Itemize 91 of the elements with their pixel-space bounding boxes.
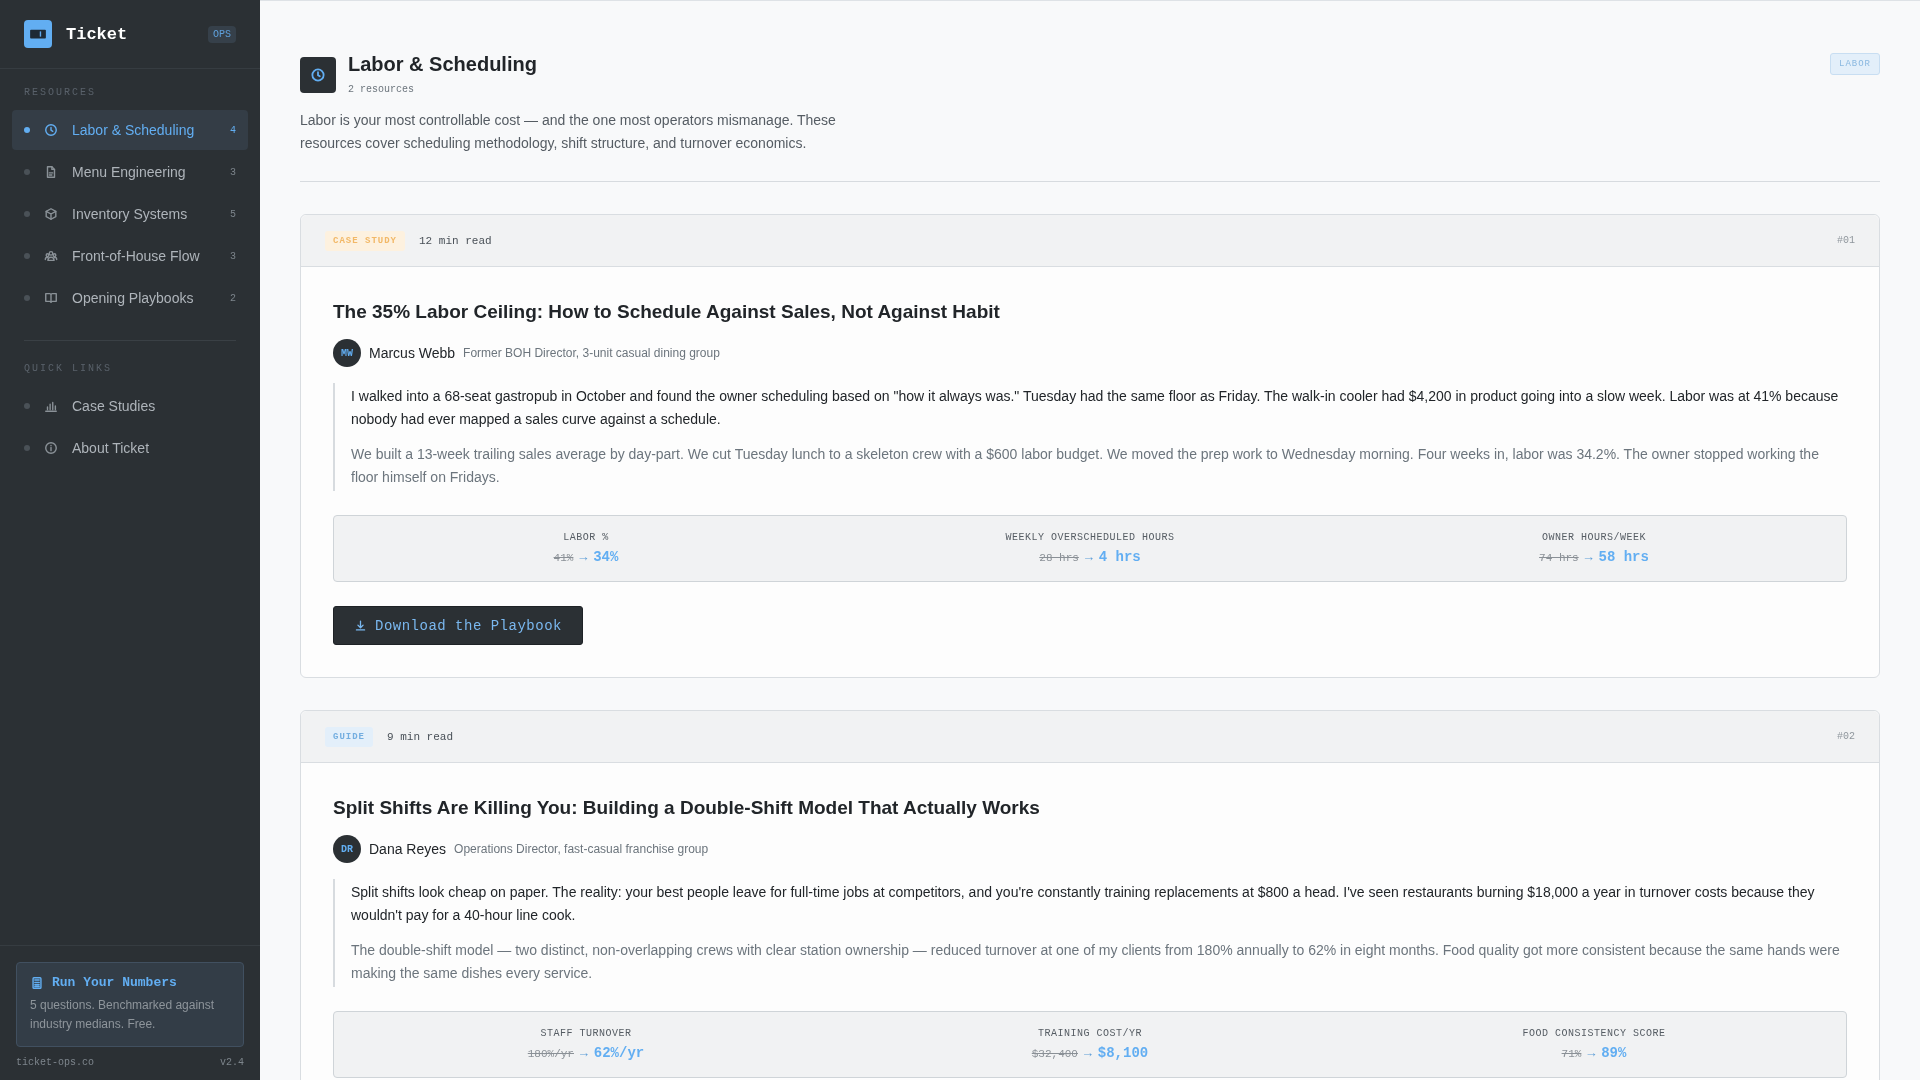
- download-icon: [354, 619, 367, 632]
- stat-label: LABOR %: [562, 532, 610, 543]
- article-title: The 35% Labor Ceiling: How to Schedule Against Sales, Not Against Habit: [333, 301, 1001, 323]
- count: 3: [230, 166, 236, 178]
- clock-icon: [300, 57, 336, 93]
- nav-label: Front-of-House Flow: [72, 248, 201, 264]
- author-name: Marcus Webb: [369, 345, 456, 361]
- tag: LABOR: [1830, 53, 1880, 75]
- old-value: 28 hrs: [1039, 552, 1079, 564]
- stat-label: OWNER HOURS/WEEK: [1541, 532, 1647, 543]
- nav-label: Opening Playbooks: [72, 290, 195, 306]
- nav-label: Labor & Scheduling: [72, 122, 196, 138]
- count: 4: [230, 124, 236, 136]
- nav-item[interactable]: Opening Playbooks 2: [12, 278, 248, 318]
- article-number: #02: [1837, 731, 1855, 742]
- article-number: #01: [1837, 235, 1855, 246]
- nav-item[interactable]: Labor & Scheduling 4: [12, 110, 248, 150]
- stat-label: STAFF TURNOVER: [539, 1028, 633, 1039]
- brand-name: Ticket: [66, 24, 129, 44]
- nav-item[interactable]: Front-of-House Flow 3: [12, 236, 248, 276]
- people-icon: [44, 249, 58, 263]
- new-value: 89%: [1601, 1045, 1627, 1061]
- ticket-logo-icon: [24, 20, 52, 48]
- type-tag: CASE STUDY: [325, 230, 405, 251]
- stat-label: TRAINING COST/YR: [1037, 1028, 1143, 1039]
- nav-item[interactable]: Case Studies: [12, 386, 248, 426]
- quote-paragraph: I walked into a 68-seat gastropub in October and found the owner scheduling based on "how it always was." Tuesday had the same floor as Friday. The walk-in cooler had $4,200 in product going into a slow week. Labor was at 41% because nobody had ever mapped a sales curve against a schedule.: [351, 387, 1840, 429]
- author-name: Dana Reyes: [369, 841, 447, 857]
- bullet-icon: [24, 169, 30, 175]
- read-time: 9 min read: [387, 730, 455, 743]
- arrow-icon: →: [1084, 550, 1093, 565]
- arrow-icon: →: [1584, 550, 1593, 565]
- quote-paragraph: Split shifts look cheap on paper. The reality: your best people leave for full-time jobs at competitors, and you're constantly training replacements at $800 a head. I've seen restaurants burning $18,000 a year in turnover costs because they wouldn't pay for a 40-hour line cook.: [351, 883, 1816, 925]
- nav-item[interactable]: Inventory Systems 5: [12, 194, 248, 234]
- count: 2: [230, 292, 236, 304]
- old-value: 41%: [553, 552, 574, 564]
- page-description: Labor is your most controllable cost — and the one most operators mismanage. These resources cover scheduling methodology, shift structure, and turnover economics.: [300, 111, 837, 153]
- nav-label: Inventory Systems: [72, 206, 189, 222]
- download-button[interactable]: Download the Playbook: [333, 606, 583, 645]
- page-title: Labor & Scheduling: [348, 53, 538, 76]
- bullet-icon: [24, 403, 30, 409]
- stat-label: WEEKLY OVERSCHEDULED HOURS: [1004, 532, 1176, 543]
- open-book-icon: [44, 291, 58, 305]
- type-tag: GUIDE: [325, 726, 373, 747]
- new-value: 34%: [593, 549, 619, 565]
- count: 3: [230, 250, 236, 262]
- new-value: 4 hrs: [1098, 549, 1141, 565]
- bullet-icon: [24, 295, 30, 301]
- nav-label: About Ticket: [72, 440, 151, 456]
- resource-count: 2 resources: [348, 84, 415, 95]
- avatar: MW: [333, 339, 361, 367]
- article-title: Split Shifts Are Killing You: Building a Double-Shift Model That Actually Works: [333, 797, 1041, 819]
- bullet-icon: [24, 211, 30, 217]
- calculator-icon: [30, 975, 44, 990]
- bullet-icon: [24, 127, 30, 133]
- arrow-icon: →: [579, 550, 588, 565]
- old-value: $32,400: [1031, 1048, 1078, 1060]
- bullet-icon: [24, 445, 30, 451]
- author-role: Operations Director, fast-casual franchise group: [454, 842, 709, 856]
- clock-icon: [44, 123, 58, 137]
- promo-text: 5 questions. Benchmarked against industry medians. Free.: [30, 997, 216, 1033]
- arrow-icon: →: [580, 1046, 588, 1061]
- read-time: 12 min read: [419, 234, 493, 247]
- quote-paragraph: The double-shift model — two distinct, non-overlapping crews with clear station ownership — reduced turnover at one of my clients from 180% annually to 62% in eight months. Food quality got more consistent because the same hands were making the same dishes every service.: [351, 941, 1841, 983]
- info-icon: [44, 441, 58, 455]
- badge: OPS: [208, 25, 236, 43]
- old-value: 71%: [1561, 1048, 1582, 1060]
- nav-item[interactable]: Menu Engineering 3: [12, 152, 248, 192]
- new-value: 58 hrs: [1598, 549, 1649, 565]
- new-value: $8,100: [1097, 1045, 1149, 1061]
- bullet-icon: [24, 253, 30, 259]
- old-value: 74 hrs: [1539, 552, 1579, 564]
- count: 5: [230, 208, 236, 220]
- avatar: DR: [333, 835, 361, 863]
- nav-label: Menu Engineering: [72, 164, 187, 180]
- old-value: 180%/yr: [527, 1048, 574, 1060]
- arrow-icon: →: [1587, 1046, 1596, 1061]
- promo-card[interactable]: Run Your Numbers 5 questions. Benchmarked against industry medians. Free.: [16, 962, 244, 1047]
- bar-chart-icon: [44, 399, 58, 413]
- domain-text: ticket-ops.co: [16, 1057, 94, 1068]
- new-value: 62%/yr: [593, 1045, 645, 1061]
- document-icon: [44, 165, 58, 179]
- author-role: Former BOH Director, 3-unit casual dining group: [463, 346, 720, 360]
- nav-item[interactable]: About Ticket: [12, 428, 248, 468]
- version-text: v2.4: [220, 1057, 244, 1068]
- nav-label: Case Studies: [72, 398, 157, 414]
- stat-label: FOOD CONSISTENCY SCORE: [1521, 1028, 1667, 1039]
- promo-title: Run Your Numbers: [52, 975, 177, 990]
- arrow-icon: →: [1084, 1046, 1092, 1061]
- cube-icon: [44, 207, 58, 221]
- quote-paragraph: We built a 13-week trailing sales average by day-part. We cut Tuesday lunch to a skeleton crew with a $600 labor budget. We moved the prep work to Wednesday morning. Four weeks in, labor was 34.2%. The owner stopped working the floor himself on Fridays.: [351, 445, 1820, 487]
